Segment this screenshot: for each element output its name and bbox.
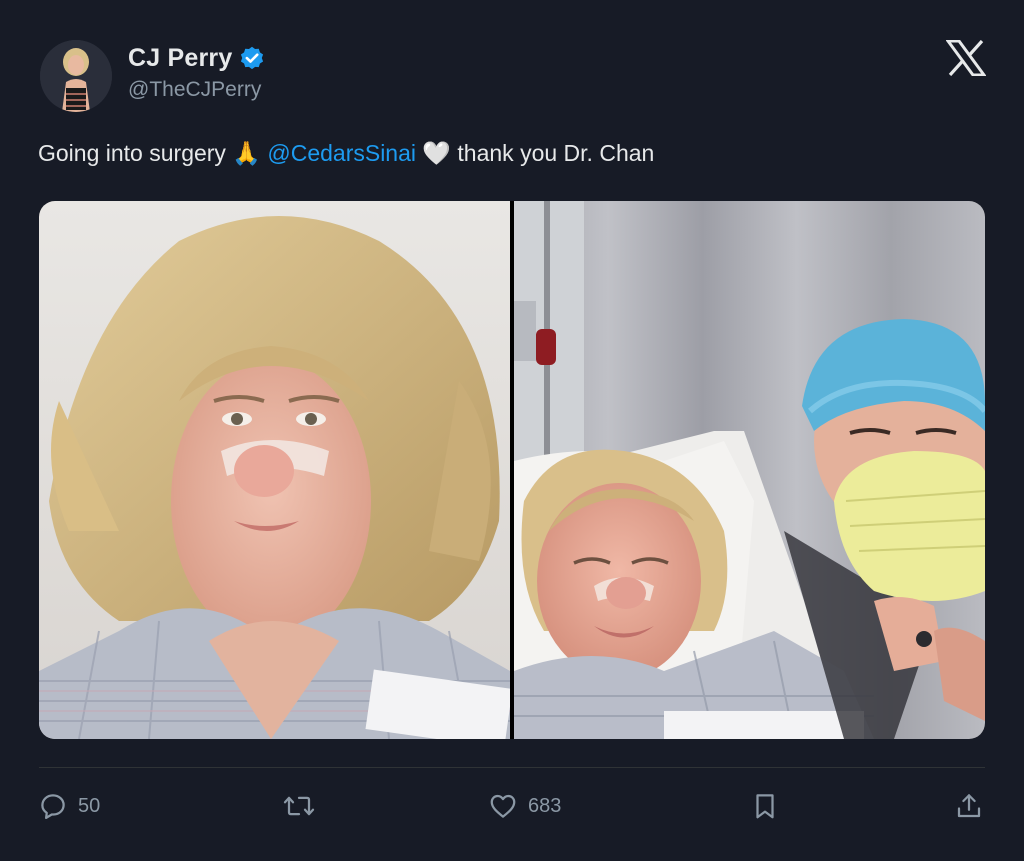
like-count: 683	[528, 794, 562, 817]
tweet-text: Going into surgery 🙏 @CedarsSinai 🤍 than…	[38, 140, 654, 167]
x-logo-icon[interactable]	[945, 39, 987, 77]
heart-icon	[490, 794, 516, 818]
mention-link[interactable]: @CedarsSinai	[267, 140, 416, 166]
bookmark-icon	[756, 794, 774, 819]
share-icon	[957, 794, 981, 818]
photo-selfie[interactable]	[39, 201, 510, 739]
pray-emoji: 🙏	[232, 141, 261, 167]
bookmark-button[interactable]	[750, 786, 780, 826]
author-handle[interactable]: @TheCJPerry	[128, 78, 261, 102]
author-display-name[interactable]: CJ Perry	[128, 44, 232, 73]
retweet-button[interactable]	[282, 786, 316, 826]
avatar[interactable]	[40, 40, 112, 112]
action-divider	[39, 767, 985, 768]
reply-button[interactable]: 50	[38, 786, 100, 826]
author-name-row[interactable]: CJ Perry	[128, 44, 266, 73]
action-bar: 50 683	[0, 786, 1024, 826]
white-heart-emoji: 🤍	[422, 141, 452, 167]
reply-count: 50	[78, 794, 101, 817]
tweet-text-end: thank you Dr. Chan	[457, 140, 655, 166]
photo-with-doctor[interactable]	[514, 201, 985, 739]
like-button[interactable]: 683	[488, 786, 561, 826]
tweet-card: CJ Perry @TheCJPerry Going into surgery …	[0, 0, 1024, 861]
comment-icon	[41, 794, 65, 819]
share-button[interactable]	[954, 786, 984, 826]
tweet-text-start: Going into surgery	[38, 140, 226, 166]
verified-badge-icon	[238, 45, 266, 73]
retweet-icon	[283, 796, 315, 816]
media-grid	[39, 201, 985, 739]
